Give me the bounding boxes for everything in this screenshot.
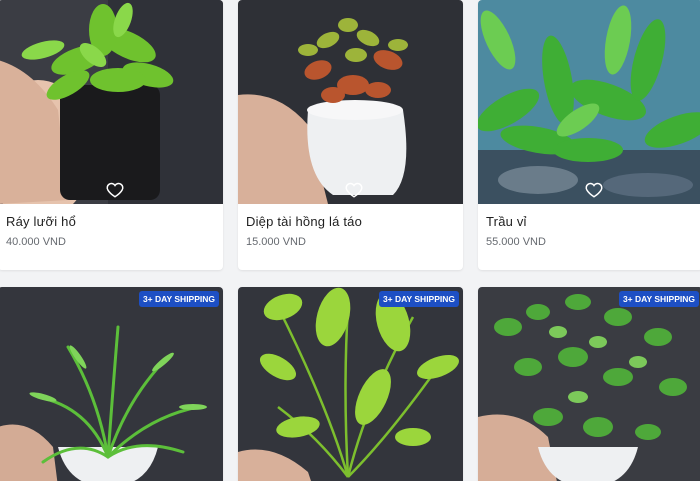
product-image[interactable]: 3+ DAY SHIPPING bbox=[478, 287, 700, 481]
product-title[interactable]: Diệp tài hồng lá táo bbox=[246, 214, 362, 229]
favorite-heart-icon[interactable] bbox=[106, 181, 124, 199]
product-price: 15.000 VND bbox=[246, 236, 306, 248]
product-image[interactable] bbox=[0, 0, 223, 204]
product-image[interactable] bbox=[478, 0, 700, 204]
favorite-heart-icon[interactable] bbox=[345, 181, 363, 199]
product-image[interactable]: 3+ DAY SHIPPING bbox=[238, 287, 463, 481]
product-title[interactable]: Ráy lưỡi hổ bbox=[6, 214, 76, 229]
shipping-badge: 3+ DAY SHIPPING bbox=[378, 291, 459, 307]
product-card[interactable]: 3+ DAY SHIPPING bbox=[0, 287, 223, 481]
product-card[interactable]: Ráy lưỡi hổ 40.000 VND bbox=[0, 0, 223, 270]
product-price: 40.000 VND bbox=[6, 236, 66, 248]
product-card[interactable]: Diệp tài hồng lá táo 15.000 VND bbox=[238, 0, 463, 270]
product-price: 55.000 VND bbox=[486, 236, 546, 248]
product-card[interactable]: Trầu vỉ 55.000 VND bbox=[478, 0, 700, 270]
product-title[interactable]: Trầu vỉ bbox=[486, 214, 527, 229]
product-image[interactable]: 3+ DAY SHIPPING bbox=[0, 287, 223, 481]
product-card[interactable]: 3+ DAY SHIPPING bbox=[238, 287, 463, 481]
product-image[interactable] bbox=[238, 0, 463, 204]
product-card[interactable]: 3+ DAY SHIPPING bbox=[478, 287, 700, 481]
shipping-badge: 3+ DAY SHIPPING bbox=[618, 291, 699, 307]
favorite-heart-icon[interactable] bbox=[585, 181, 603, 199]
shipping-badge: 3+ DAY SHIPPING bbox=[138, 291, 219, 307]
